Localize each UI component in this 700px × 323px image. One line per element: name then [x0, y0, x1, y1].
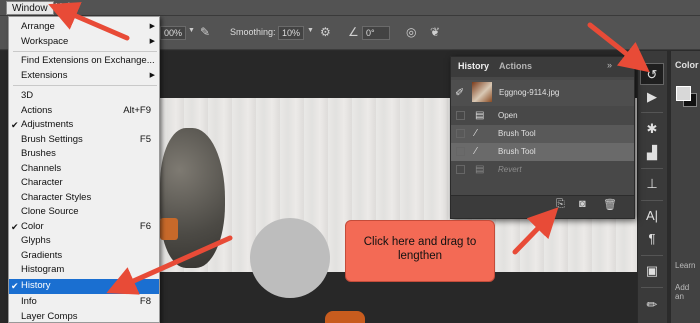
opacity-field[interactable]: 00% — [160, 26, 186, 40]
foreground-color-swatch[interactable] — [676, 86, 691, 101]
menu-item-actions[interactable]: Actions Alt+F9 — [9, 104, 159, 119]
menu-item-histogram[interactable]: Histogram — [9, 263, 159, 278]
menu-item-character[interactable]: Character — [9, 176, 159, 191]
new-document-icon[interactable]: ⎘ — [556, 198, 565, 211]
menu-item-brushes[interactable]: Brushes — [9, 147, 159, 162]
angle-icon: ∠ — [348, 25, 359, 39]
menu-item-color[interactable]: ✔ Color F6 — [9, 220, 159, 235]
menu-item-arrange[interactable]: Arrange ▶ — [9, 20, 159, 35]
clone-stamp-icon[interactable]: ⊥ — [640, 173, 664, 195]
collapse-icon[interactable]: » — [607, 60, 612, 70]
menu-item-workspace[interactable]: Workspace ▶ — [9, 35, 159, 50]
learn-text: Add an — [675, 283, 690, 301]
menu-item-clone-source[interactable]: Clone Source — [9, 205, 159, 220]
canvas-mug — [325, 311, 365, 323]
tab-actions[interactable]: Actions — [499, 61, 532, 71]
chevron-down-icon[interactable]: ▼ — [307, 27, 314, 34]
brush-icon: ⁄ — [475, 128, 477, 139]
menu-item-3d[interactable]: 3D — [9, 89, 159, 104]
checkmark-icon: ✔ — [11, 120, 19, 130]
history-panel-icon[interactable]: ↺ — [640, 63, 664, 85]
document-icon: ▤ — [475, 164, 485, 175]
menu-window[interactable]: Window — [6, 1, 54, 15]
pressure-size-icon[interactable]: ◎ — [406, 25, 416, 39]
history-brush-source-icon[interactable]: ✐ — [455, 86, 464, 99]
menu-item-brush-settings[interactable]: Brush Settings F5 — [9, 133, 159, 148]
character-icon[interactable]: A| — [640, 205, 664, 227]
menu-item-history[interactable]: ✔ History — [9, 279, 159, 294]
history-step[interactable]: ⁄ Brush Tool — [451, 143, 634, 161]
callout-text: Click here and drag to lengthen — [363, 236, 477, 262]
angle-field[interactable]: 0° — [362, 26, 390, 40]
menu-item-layer-comps[interactable]: Layer Comps — [9, 310, 159, 323]
window-menu: Arrange ▶ Workspace ▶ Find Extensions on E… — [8, 16, 160, 323]
snapshot-name: Eggnog-9114.jpg — [499, 88, 560, 97]
paragraph-icon[interactable]: ¶ — [640, 228, 664, 250]
canvas-circle — [250, 218, 330, 298]
color-tab[interactable]: Color — [675, 60, 699, 70]
histogram-icon[interactable]: ▟ — [640, 142, 664, 164]
gear-icon[interactable]: ⚙ — [320, 25, 331, 39]
brush-icon: ⁄ — [475, 146, 477, 157]
history-step[interactable]: ⁄ Brush Tool — [451, 125, 634, 143]
menu-help[interactable]: Help — [50, 1, 81, 15]
tab-history[interactable]: History — [458, 61, 489, 71]
submenu-arrow-icon: ▶ — [149, 37, 155, 45]
checkmark-icon: ✔ — [11, 221, 19, 232]
menu-item-gradients[interactable]: Gradients — [9, 249, 159, 264]
canvas-flowers — [160, 128, 225, 268]
trash-icon[interactable]: 🗑 — [603, 198, 617, 211]
checkmark-icon: ✔ — [11, 281, 19, 291]
play-icon[interactable]: ▶ — [640, 86, 664, 108]
menu-item-character-styles[interactable]: Character Styles — [9, 191, 159, 206]
photoshop-window: Window Help 00% ▼ ✎ Smoothing: 10% ▼ ⚙ ∠… — [0, 0, 700, 323]
menu-item-glyphs[interactable]: Glyphs — [9, 234, 159, 249]
pressure-opacity-icon[interactable]: ✎ — [200, 25, 210, 39]
butterfly-icon[interactable]: ❦ — [430, 25, 440, 39]
document-icon: ▤ — [475, 110, 485, 121]
gradient-icon[interactable]: ▣ — [640, 260, 664, 282]
menu-bar: Window Help — [0, 0, 700, 16]
brush-icon[interactable]: ✏ — [640, 294, 664, 316]
submenu-arrow-icon: ▶ — [149, 23, 155, 30]
menu-item-channels[interactable]: Channels — [9, 162, 159, 177]
history-step[interactable]: ▤ Open — [451, 107, 634, 125]
compass-icon[interactable]: ✱ — [640, 118, 664, 140]
smoothing-label: Smoothing: — [230, 27, 276, 37]
camera-icon[interactable]: ◙ — [579, 198, 586, 210]
history-step[interactable]: ▤ Revert — [451, 161, 634, 179]
submenu-arrow-icon: ▶ — [149, 71, 155, 79]
smoothing-field[interactable]: 10% — [278, 26, 304, 40]
menu-item-adjustments[interactable]: ✔ Adjustments — [9, 118, 159, 133]
chevron-down-icon[interactable]: ▼ — [188, 27, 195, 34]
panel-menu-icon[interactable]: ≡ — [624, 60, 629, 70]
canvas-orange — [160, 218, 178, 240]
snapshot-thumbnail — [472, 82, 492, 102]
menu-item-info[interactable]: Info F8 — [9, 295, 159, 310]
menu-item-find-extensions[interactable]: Find Extensions on Exchange... — [9, 54, 159, 69]
learn-tab[interactable]: Learn — [675, 261, 695, 270]
menu-item-extensions[interactable]: Extensions ▶ — [9, 69, 159, 84]
